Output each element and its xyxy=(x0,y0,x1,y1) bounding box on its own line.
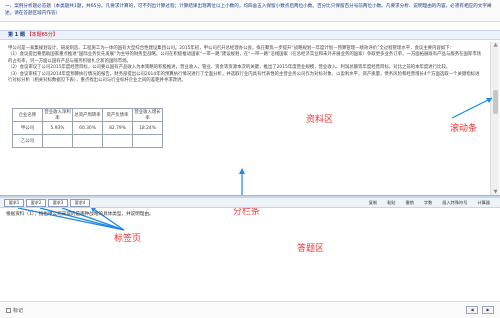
exam-header: 一、案例分析题必答题（本类题共1题，共65分。凡要求计算的，可不列出计算过程；计… xyxy=(0,0,500,22)
question-bar: 第 1 题 【本题65分】 xyxy=(0,30,500,40)
header-instructions: 一、案例分析题必答题（本类题共1题，共65分。凡要求计算的，可不列出计算过程；计… xyxy=(5,4,492,16)
special-char-button[interactable]: 插入特殊符号 xyxy=(442,200,467,206)
table-cell xyxy=(132,134,163,148)
tab-requirement-3[interactable]: 要求3 xyxy=(48,199,68,207)
table-header-row: 企业名称 营业收入净利率 总资产周转率 资产负债率 营业收入增长率 xyxy=(12,108,163,122)
answer-area[interactable]: 根据资料（1），指出甲公司采取的是哪种战略的具体类型，并说明理由。 xyxy=(0,209,500,301)
table-header: 总资产周转率 xyxy=(72,108,103,122)
paste-button[interactable]: 粘贴 xyxy=(387,200,395,206)
table-cell: 60.30% xyxy=(72,121,103,135)
benchmark-table: 企业名称 营业收入净利率 总资产周转率 资产负债率 营业收入增长率 甲公司 5.… xyxy=(12,108,163,148)
answer-toolbar: 复制 粘贴 撤销 字数 插入特殊符号 计算器 xyxy=(369,198,490,208)
table-cell xyxy=(102,134,133,148)
tab-requirement-2[interactable]: 要求2 xyxy=(26,199,46,207)
table-header: 营业收入净利率 xyxy=(42,108,73,122)
table-cell: 18.24% xyxy=(132,121,163,135)
table-cell: 82.79% xyxy=(102,121,133,135)
scrollbar-thumb[interactable] xyxy=(493,90,498,114)
table-cell xyxy=(42,134,73,148)
mark-label: 标记 xyxy=(13,308,24,314)
chevron-right-icon: ▶ xyxy=(486,307,490,312)
material-scrollbar[interactable]: ▲ ▼ xyxy=(490,42,499,195)
table-header: 资产负债率 xyxy=(102,108,133,122)
chevron-left-icon: ◀ xyxy=(470,307,474,312)
table-cell: 乙公司 xyxy=(12,134,43,148)
answer-prompt: 根据资料（1），指出甲公司采取的是哪种战略的具体类型，并说明理由。 xyxy=(6,212,154,217)
checkbox-icon[interactable] xyxy=(6,308,11,313)
table-cell: 甲公司 xyxy=(12,121,43,135)
table-cell: 5.93% xyxy=(42,121,73,135)
footer-bar: 标记 ◀ ▶ xyxy=(0,301,500,318)
prev-button[interactable]: ◀ xyxy=(466,306,478,314)
scrollbar-label: 滚动条 xyxy=(450,124,478,134)
copy-button[interactable]: 复制 xyxy=(369,200,377,206)
tabs-row: 要求1 要求2 要求3 要求4 复制 粘贴 撤销 字数 插入特殊符号 计算器 xyxy=(0,198,500,208)
table-header: 营业收入增长率 xyxy=(132,108,163,122)
table-cell xyxy=(72,134,103,148)
tab-requirement-4[interactable]: 要求4 xyxy=(70,199,90,207)
table-row: 甲公司 5.93% 60.30% 82.79% 18.24% xyxy=(12,121,163,135)
tab-requirement-1[interactable]: 要求1 xyxy=(4,199,24,207)
next-button[interactable]: ▶ xyxy=(482,306,494,314)
undo-button[interactable]: 撤销 xyxy=(406,200,414,206)
table-header: 企业名称 xyxy=(12,108,43,122)
material-area-label: 资料区 xyxy=(306,115,334,125)
mark-toggle[interactable]: 标记 xyxy=(6,307,23,314)
calculator-button[interactable]: 计算器 xyxy=(477,200,490,206)
question-score: 【本题65分】 xyxy=(26,32,58,38)
table-row: 乙公司 xyxy=(12,134,163,148)
word-count-button[interactable]: 字数 xyxy=(424,200,432,206)
material-paragraph-1: （1）会议提出要借助国家重点推进“国际业务优先发展”为主导的财务型战略。公司在积… xyxy=(8,52,482,64)
material-paragraph-3: （3）会议审核了公司2014年度预算执行情况的报告，财务部提出公司2014年的预… xyxy=(8,71,480,84)
material-paragraph-2: （2）会议审议了公司2015年度经营目标，公司要以国有产品收入为本策略的积极推进… xyxy=(8,65,451,71)
scroll-up-icon[interactable]: ▲ xyxy=(492,42,499,48)
question-number: 第 1 题 xyxy=(8,32,25,38)
